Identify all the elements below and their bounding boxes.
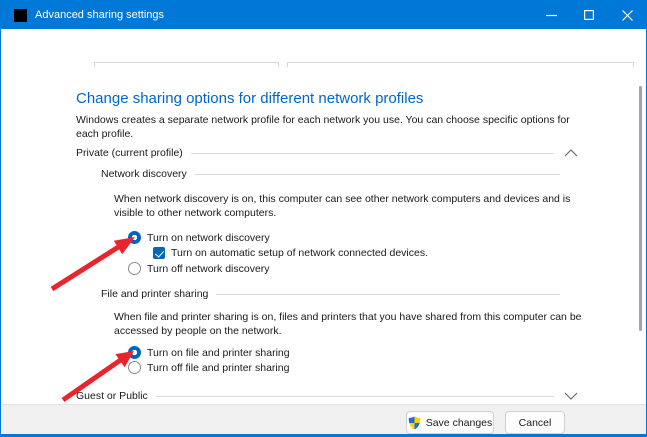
divider (155, 395, 554, 397)
footer-bar: Save changes Cancel (2, 404, 646, 434)
minimize-icon (545, 14, 557, 16)
file-printer-sharing-label: File and printer sharing (101, 288, 209, 300)
save-changes-label: Save changes (425, 416, 493, 429)
close-icon (621, 9, 633, 21)
radio-label[interactable]: Turn off file and printer sharing (147, 362, 289, 374)
collapse-private-button[interactable] (564, 149, 578, 157)
close-button[interactable] (608, 1, 646, 29)
file-printer-sharing-description: When file and printer sharing is on, fil… (114, 311, 582, 337)
maximize-icon (584, 10, 594, 20)
radio-on-icon[interactable] (128, 231, 141, 244)
chevron-down-icon (564, 392, 578, 400)
network-discovery-description: When network discovery is on, this compu… (114, 193, 571, 219)
chevron-up-icon (564, 149, 578, 157)
toolbar: « Net... › Advanced ... (2, 29, 646, 91)
subsection-file-printer-sharing: File and printer sharing (101, 288, 560, 300)
section-guest-public: Guest or Public (76, 390, 578, 402)
scrollbar-thumb[interactable] (639, 86, 642, 331)
radio-label[interactable]: Turn off network discovery (147, 263, 270, 275)
section-private-label: Private (current profile) (76, 147, 183, 159)
uac-shield-icon (408, 416, 421, 429)
app-icon (14, 8, 27, 22)
radio-turn-off-network-discovery[interactable]: Turn off network discovery (128, 262, 270, 275)
window-title: Advanced sharing settings (35, 9, 165, 21)
radio-on-icon[interactable] (128, 346, 141, 359)
divider (194, 173, 560, 175)
checkbox-label[interactable]: Turn on automatic setup of network conne… (171, 247, 428, 259)
advanced-sharing-settings-window: Advanced sharing settings « Net... › Adv… (0, 0, 647, 437)
window-controls (532, 1, 646, 29)
radio-turn-on-file-printer-sharing[interactable]: Turn on file and printer sharing (128, 346, 290, 359)
divider (190, 152, 554, 154)
radio-label[interactable]: Turn on network discovery (147, 232, 270, 244)
cancel-button[interactable]: Cancel (505, 411, 565, 434)
checkbox-checked-icon[interactable] (153, 247, 165, 259)
radio-turn-on-network-discovery[interactable]: Turn on network discovery (128, 231, 270, 244)
minimize-button[interactable] (532, 1, 570, 29)
page-title: Change sharing options for different net… (76, 90, 424, 107)
content-area: Change sharing options for different net… (2, 67, 646, 404)
radio-label[interactable]: Turn on file and printer sharing (147, 347, 290, 359)
radio-off-icon[interactable] (128, 262, 141, 275)
page-intro: Windows creates a separate network profi… (76, 114, 570, 140)
network-discovery-label: Network discovery (101, 168, 187, 180)
radio-turn-off-file-printer-sharing[interactable]: Turn off file and printer sharing (128, 361, 289, 374)
expand-guest-public-button[interactable] (564, 392, 578, 400)
titlebar: Advanced sharing settings (1, 1, 646, 29)
cancel-label: Cancel (518, 416, 552, 429)
section-guest-public-label: Guest or Public (76, 390, 148, 402)
section-private: Private (current profile) (76, 147, 578, 159)
divider (216, 293, 560, 295)
save-changes-button[interactable]: Save changes (406, 411, 494, 434)
subsection-network-discovery: Network discovery (101, 168, 560, 180)
maximize-button[interactable] (570, 1, 608, 29)
radio-off-icon[interactable] (128, 361, 141, 374)
checkbox-automatic-setup[interactable]: Turn on automatic setup of network conne… (153, 247, 428, 259)
